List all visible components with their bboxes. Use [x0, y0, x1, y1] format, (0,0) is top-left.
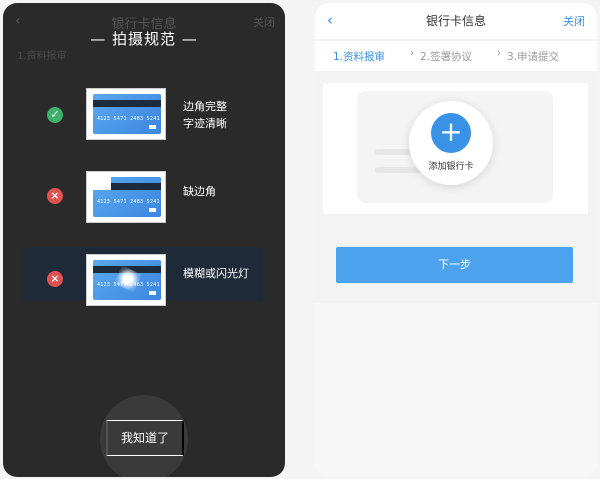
- guide-text-line1: 边角完整: [183, 100, 227, 113]
- guide-text-blurry: 模糊或闪光灯: [183, 265, 249, 282]
- guide-text-line1: 模糊或闪光灯: [183, 267, 249, 280]
- error-circle-icon: ×: [47, 188, 63, 204]
- step-chevron-icon: ›: [497, 48, 501, 59]
- guide-text-line2: 字迹清晰: [183, 117, 227, 130]
- step-1-label: 1.资料报审: [333, 51, 386, 63]
- close-link[interactable]: 关闭: [563, 13, 585, 29]
- page-title: 银行卡信息: [425, 14, 486, 28]
- error-circle-icon: ×: [47, 271, 63, 287]
- add-bank-card-label: 添加银行卡: [428, 162, 474, 172]
- step-indicator: 1.资料报审 › 2.签署协议 › 3.申请提交: [315, 41, 597, 71]
- check-circle-icon: ✓: [47, 107, 63, 123]
- next-step-button[interactable]: 下一步: [336, 247, 573, 283]
- add-bank-card-button[interactable]: + 添加银行卡: [409, 101, 493, 185]
- card-number: 4123 5471 2483 5241: [97, 116, 160, 122]
- guide-text-missing-corner: 缺边角: [183, 183, 216, 200]
- got-it-button[interactable]: 我知道了: [106, 420, 184, 456]
- step-chevron-icon: ›: [410, 48, 414, 59]
- empty-content-area: [315, 303, 597, 477]
- step-2-label: 2.签署协议: [420, 51, 473, 63]
- right-phone-screen: ‹ 银行卡信息 关闭 1.资料报审 › 2.签署协议 › 3.申请提交 + 添加…: [315, 3, 597, 477]
- missing-corner-mask: [87, 172, 111, 190]
- plus-icon: +: [431, 113, 471, 153]
- step-3-label: 3.申请提交: [507, 51, 560, 63]
- photo-guide-title: — 拍摄规范 —: [90, 30, 198, 48]
- bank-card-icon: 4123 5471 2483 5241: [93, 94, 161, 134]
- sample-card-missing-corner: 4123 5471 2483 5241: [86, 171, 166, 223]
- add-card-panel: + 添加银行卡: [323, 83, 588, 214]
- guide-text-line1: 缺边角: [183, 185, 216, 198]
- guide-text-complete: 边角完整 字迹清晰: [183, 98, 227, 132]
- card-number: 4123 5471 2483 5241: [97, 199, 160, 205]
- sample-card-complete: 4123 5471 2483 5241: [86, 88, 166, 140]
- screenshot-stage: ‹ 银行卡信息 关闭 1.资料报审 — 拍摄规范 — ✓ 4123 5471 2…: [0, 0, 600, 479]
- dimmed-step-indicator: 1.资料报审: [17, 51, 67, 62]
- left-phone-screen: ‹ 银行卡信息 关闭 1.资料报审 — 拍摄规范 — ✓ 4123 5471 2…: [3, 3, 285, 477]
- sample-card-blurry: 4123 5471 2483 5241: [86, 254, 166, 306]
- nav-header: ‹ 银行卡信息 关闭: [315, 3, 597, 39]
